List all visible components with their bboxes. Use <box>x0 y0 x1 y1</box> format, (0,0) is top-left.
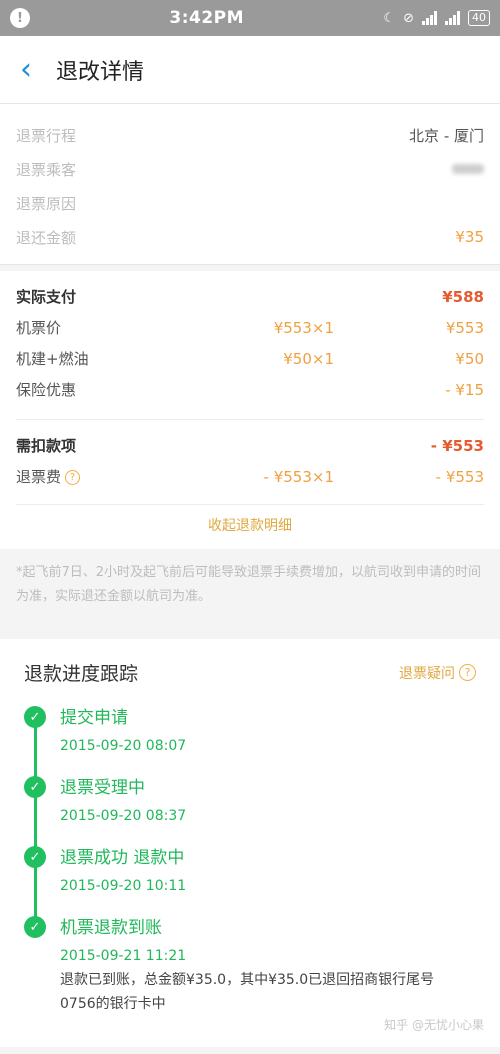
refund-question-label: 退票疑问 <box>399 665 455 682</box>
question-circle-icon[interactable]: ? <box>65 470 81 485</box>
fee-row: 机票价 ¥553×1 ¥553 <box>16 312 484 343</box>
page-title: 退改详情 <box>56 59 145 85</box>
battery-icon: 40 <box>467 10 490 26</box>
blurred-passenger-name <box>452 164 484 174</box>
fee-amount: ¥553 <box>445 318 484 337</box>
timeline-line <box>34 718 37 928</box>
fee-label: 保险优惠 <box>16 381 77 399</box>
status-time: 3:42PM <box>169 8 245 28</box>
notification-icon: ! <box>10 8 30 28</box>
tracking-title: 退款进度跟踪 <box>24 663 139 685</box>
fee-row: 机建+燃油 ¥50×1 ¥50 <box>16 343 484 374</box>
chevron-left-icon[interactable]: ‹ <box>20 54 32 85</box>
status-left: ! <box>10 8 30 28</box>
timeline-step: ✓ 提交申请 2015-09-20 08:07 <box>24 706 476 754</box>
info-label: 退票乘客 <box>16 160 77 179</box>
nav-bar: ‹ 退改详情 <box>0 36 500 104</box>
info-row-amount: 退还金额 ¥35 <box>16 220 484 254</box>
refund-basic-info: 退票行程 北京 - 厦门 退票乘客 退票原因 退还金额 ¥35 <box>0 104 500 265</box>
timeline-step: ✓ 退票成功 退款中 2015-09-20 10:11 <box>24 846 476 894</box>
refund-question-link[interactable]: 退票疑问? <box>399 663 476 683</box>
info-label: 退票行程 <box>16 126 77 145</box>
fee-unit: ¥50×1 <box>283 349 334 368</box>
step-time: 2015-09-20 10:11 <box>60 878 187 894</box>
refund-tracking: 退款进度跟踪 退票疑问? ✓ 提交申请 2015-09-20 08:07 ✓ 退… <box>0 639 500 1047</box>
fee-row: 退票费? - ¥553×1 - ¥553 <box>16 461 484 492</box>
divider <box>16 419 484 420</box>
step-title: 退票成功 退款中 <box>60 848 185 868</box>
fee-amount: ¥50 <box>455 349 484 368</box>
fee-unit: ¥553×1 <box>273 318 334 337</box>
timeline-step: ✓ 退票受理中 2015-09-20 08:37 <box>24 776 476 824</box>
info-label: 退还金额 <box>16 228 77 247</box>
refund-amount: ¥35 <box>455 228 484 246</box>
check-icon: ✓ <box>24 706 46 728</box>
info-label: 退票原因 <box>16 194 77 213</box>
step-time: 2015-09-21 11:21 <box>60 948 187 964</box>
step-time: 2015-09-20 08:37 <box>60 808 187 824</box>
fee-unit: - ¥553×1 <box>263 467 334 486</box>
fee-row: 保险优惠 - ¥15 <box>16 374 484 405</box>
step-description: 退款已到账，总金额¥35.0，其中¥35.0已退回招商银行尾号0756的银行卡中 <box>60 972 435 1012</box>
step-title: 退票受理中 <box>60 778 145 798</box>
deduction-total: - ¥553 <box>430 436 484 455</box>
info-value: 北京 - 厦门 <box>409 126 484 145</box>
step-title: 机票退款到账 <box>60 918 162 938</box>
check-icon: ✓ <box>24 846 46 868</box>
payment-total: ¥588 <box>442 287 484 306</box>
info-row-route: 退票行程 北京 - 厦门 <box>16 118 484 152</box>
watermark: 知乎 @无忧小心果 <box>384 1018 484 1032</box>
info-row-reason: 退票原因 <box>16 186 484 220</box>
fee-label: 退票费 <box>16 468 62 486</box>
info-row-passenger: 退票乘客 <box>16 152 484 186</box>
payment-title: 实际支付 <box>16 288 77 306</box>
fee-detail: 实际支付 ¥588 机票价 ¥553×1 ¥553 机建+燃油 ¥50×1 ¥5… <box>0 271 500 549</box>
tracking-header: 退款进度跟踪 退票疑问? <box>24 659 476 686</box>
mute-icon: ⊘ <box>403 10 414 26</box>
payment-header: 实际支付 ¥588 <box>16 281 484 312</box>
signal-icon-2 <box>444 11 460 25</box>
check-icon: ✓ <box>24 916 46 938</box>
step-title: 提交申请 <box>60 708 128 728</box>
fee-amount: - ¥15 <box>445 380 484 399</box>
timeline: ✓ 提交申请 2015-09-20 08:07 ✓ 退票受理中 2015-09-… <box>24 706 476 1016</box>
fee-label: 机建+燃油 <box>16 350 89 368</box>
check-icon: ✓ <box>24 776 46 798</box>
status-bar: ! 3:42PM ☾ ⊘ 40 <box>0 0 500 36</box>
deduction-header: 需扣款项 - ¥553 <box>16 430 484 461</box>
question-circle-icon: ? <box>459 664 476 681</box>
deduction-title: 需扣款项 <box>16 437 77 455</box>
timeline-step: ✓ 机票退款到账 2015-09-21 11:21 退款已到账，总金额¥35.0… <box>24 916 476 1016</box>
fee-label-with-help: 退票费? <box>16 466 194 487</box>
step-time: 2015-09-20 08:07 <box>60 738 187 754</box>
fee-amount: - ¥553 <box>435 467 484 486</box>
collapse-detail-button[interactable]: 收起退款明细 <box>16 504 484 549</box>
refund-notice: *起飞前7日、2小时及起飞前后可能导致退票手续费增加，以航司收到申请的时间为准，… <box>0 549 500 639</box>
signal-icon <box>421 11 437 25</box>
status-right: ☾ ⊘ 40 <box>383 10 490 26</box>
fee-label: 机票价 <box>16 319 62 337</box>
moon-icon: ☾ <box>383 10 396 26</box>
